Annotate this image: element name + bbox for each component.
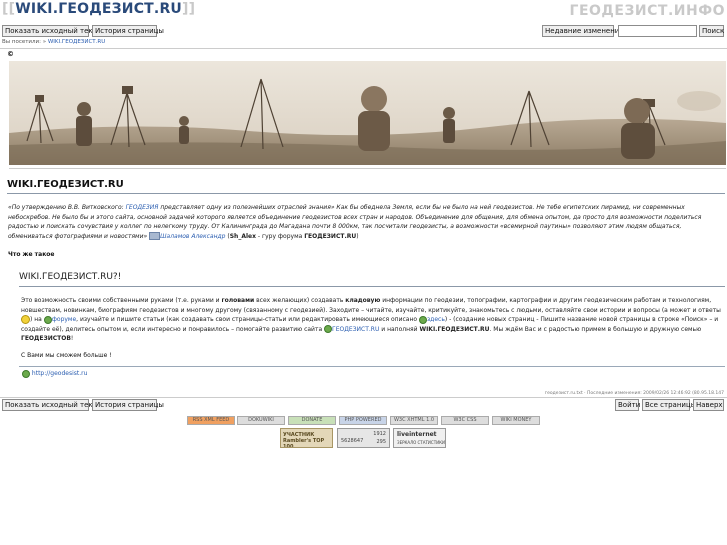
globe-icon: [418, 315, 427, 324]
page-title: WIKI.ГЕОДЕЗИСТ.RU: [7, 179, 124, 190]
liveinternet-counter[interactable]: liveinternet ЗЕРКАЛО СТАТИСТИКИ: [393, 428, 446, 448]
intro-quote: «По утверждению В.В. Витковского: ГЕОДЕЗ…: [8, 203, 724, 241]
external-url-link[interactable]: http://geodesist.ru: [32, 370, 88, 377]
author-rest-3: ): [356, 232, 359, 240]
badge-button[interactable]: RSS XML FEED: [187, 416, 235, 425]
globe-icon: [43, 315, 52, 324]
author-rest-2: - гуру форума: [255, 232, 305, 240]
title-bracket-right: ]]: [182, 1, 196, 17]
site-bold: WIKI.ГЕОДЕЗИСТ.RU: [419, 325, 490, 333]
what-is-heading: Что же такое: [8, 251, 55, 258]
copyright-mark: ©: [7, 50, 14, 58]
user-icon: [149, 232, 161, 240]
divider-banner: [9, 168, 726, 169]
show-source-button[interactable]: Показать исходный текст: [2, 25, 101, 37]
para1-c: всех желающих) создавать: [254, 297, 346, 304]
site-title[interactable]: [[WIKI.ГЕОДЕЗИСТ.RU]]: [2, 1, 195, 19]
quote-part-1: «По утверждению В.В. Витковского:: [8, 204, 124, 211]
para1-g: , изучайте и пишите статьи (как создават…: [76, 316, 419, 323]
para1-f: ) на: [30, 316, 44, 323]
globe-icon: [324, 325, 333, 333]
badge-button[interactable]: DOKUWIKI: [237, 416, 285, 425]
smiley-icon: [21, 315, 30, 324]
globe-icon: [22, 369, 30, 378]
recent-changes-button[interactable]: Недавние изменения: [542, 25, 624, 37]
history-button-bottom[interactable]: История страницы: [92, 399, 164, 411]
author-forum: ГЕОДЕЗИСТ.RU: [304, 232, 357, 240]
counter-b1-value: 1912: [373, 431, 386, 437]
liveinternet-sublabel: ЗЕРКАЛО СТАТИСТИКИ: [397, 440, 445, 445]
para1-j: . Мы ждём Вас и с радостью примем в боль…: [489, 325, 702, 333]
counter-a-value: 5628647: [341, 438, 364, 444]
site-link[interactable]: ГЕОДЕЗИСТ.RU: [332, 326, 379, 333]
badge-button[interactable]: W3C XHTML 1.0: [390, 416, 438, 425]
badge-button[interactable]: DONATE: [288, 416, 336, 425]
para1-a: Это возможность своими собственными рука…: [21, 297, 222, 304]
para1-d: кладовую: [345, 297, 381, 304]
forum-link[interactable]: форуме: [52, 316, 76, 323]
all-pages-button[interactable]: Все страницы: [642, 399, 696, 411]
para1-b: головами: [221, 297, 255, 304]
url-line: http://geodesist.ru: [22, 369, 87, 379]
badge-button[interactable]: PHP POWERED: [339, 416, 387, 425]
author-nick: Sh_Alex: [229, 232, 256, 240]
rambler-label: УЧАСТНИК Rambler's TOP 100: [283, 432, 325, 448]
history-button[interactable]: История страницы: [92, 25, 164, 37]
title-underline: [7, 193, 725, 194]
page-meta: геодезист.ru.txt · Последние изменения: …: [544, 391, 724, 396]
liveinternet-label: liveinternet: [397, 431, 437, 438]
counter-b2-value: 295: [376, 439, 386, 445]
stat-counter-a[interactable]: 5628647 1912 295: [337, 428, 390, 448]
rambler-counter[interactable]: УЧАСТНИК Rambler's TOP 100: [280, 428, 333, 448]
banner-image: [9, 61, 726, 165]
breadcrumb-link[interactable]: WIKI.ГЕОДЕЗИСТ.RU: [48, 39, 105, 45]
login-button[interactable]: Войти: [615, 399, 640, 411]
up-button[interactable]: Наверх: [693, 399, 724, 411]
badge-button[interactable]: WIKI MONEY: [492, 416, 540, 425]
para2: С Вами мы сможем больше !: [21, 352, 112, 359]
section-body: Это возможность своими собственными рука…: [21, 296, 724, 344]
title-bracket-left: [[: [2, 1, 16, 17]
para1-i: и наполняй: [379, 325, 420, 333]
search-input[interactable]: [618, 25, 697, 37]
para1-k: !: [70, 335, 74, 342]
divider-bottom: [0, 397, 727, 398]
author-link[interactable]: Шаламов Александр: [160, 233, 225, 240]
family-bold: ГЕОДЕЗИСТОВ: [21, 335, 71, 342]
url-divider: [19, 366, 725, 367]
section-underline: [19, 286, 725, 287]
geodesy-link[interactable]: ГЕОДЕЗИЯ: [126, 204, 159, 211]
search-button[interactable]: Поиск: [699, 25, 724, 37]
brand-logo: ГЕОДЕЗИСТ.ИНФО: [569, 3, 725, 19]
breadcrumb-prefix: Вы посетили:: [2, 39, 41, 45]
section-heading: WIKI.ГЕОДЕЗИСТ.RU?!: [19, 272, 122, 282]
breadcrumb-separator: »: [42, 39, 47, 45]
badge-button[interactable]: W3C CSS: [441, 416, 489, 425]
here-link[interactable]: здесь: [427, 316, 445, 323]
site-title-text: WIKI.ГЕОДЕЗИСТ.RU: [15, 1, 183, 17]
show-source-button-bottom[interactable]: Показать исходный текст: [2, 399, 101, 411]
divider-top: [0, 48, 727, 49]
breadcrumb: Вы посетили: » WIKI.ГЕОДЕЗИСТ.RU: [2, 39, 105, 45]
